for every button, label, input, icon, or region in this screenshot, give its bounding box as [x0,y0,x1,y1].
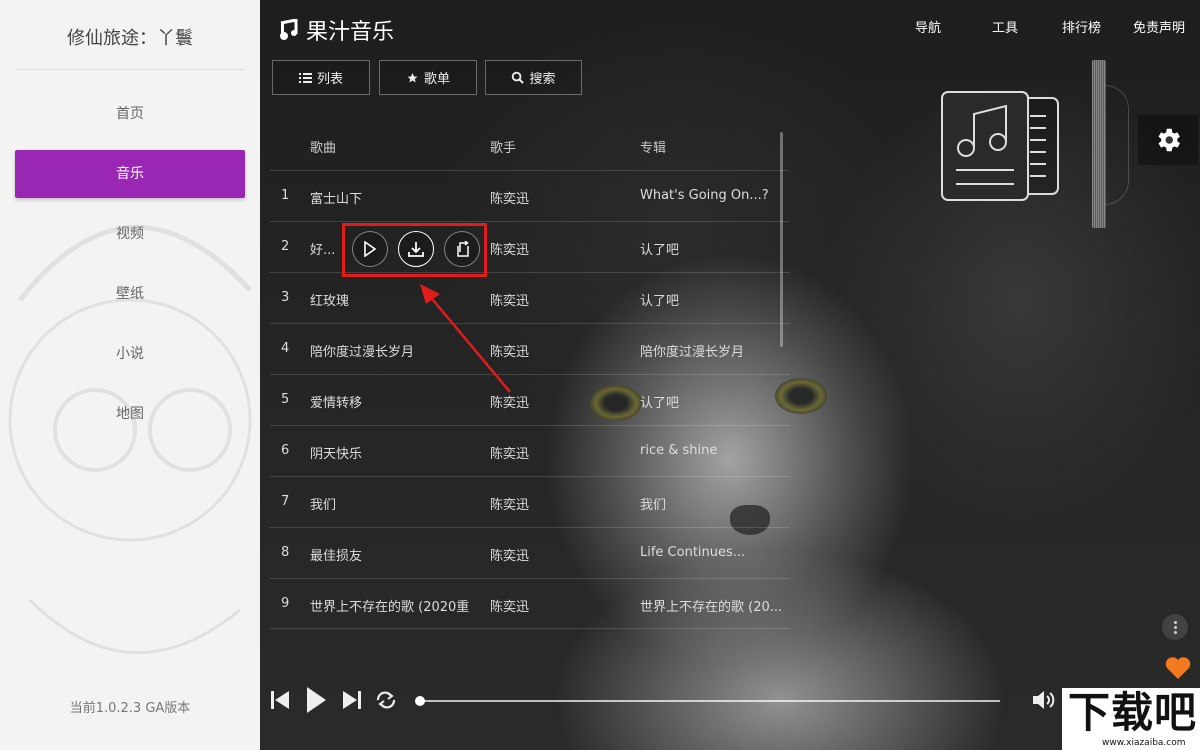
row-number: 4 [281,341,290,356]
song-artist: 陈奕迅 [490,192,530,207]
row-number: 9 [281,596,290,611]
annotation-arrow [420,284,511,393]
song-album: 我们 [640,498,667,513]
song-album: What's Going On...? [640,188,769,203]
table-row[interactable]: 7 我们 陈奕迅 我们 [270,476,790,527]
column-header-album: 专辑 [640,141,667,156]
song-album: 认了吧 [640,294,680,309]
album-cover-icon[interactable] [940,90,1060,202]
watermark-title: 下载吧 [1068,688,1198,737]
column-header-song: 歌曲 [310,141,337,156]
gear-icon [1158,128,1180,152]
table-row[interactable]: 3 红玫瑰 陈奕迅 认了吧 [270,272,790,323]
song-album: 认了吧 [640,243,680,258]
song-album: 陪你度过漫长岁月 [640,345,745,360]
app-logo[interactable]: 果汁音乐 [278,14,394,46]
player-bar [260,680,1200,720]
topnav-tools[interactable]: 工具 [992,17,1018,36]
annotation-highlight-box [342,223,487,277]
next-icon[interactable] [342,689,362,711]
row-number: 1 [281,188,290,203]
song-album: 认了吧 [640,396,680,411]
settings-button[interactable] [1138,115,1198,165]
list-icon [298,72,312,83]
tab-playlist-label: 歌单 [423,72,450,87]
table-row[interactable]: 4 陪你度过漫长岁月 陈奕迅 陪你度过漫长岁月 [270,323,790,374]
sidebar-item-video[interactable]: 视频 [15,210,245,258]
tab-list-label: 列表 [316,72,343,87]
table-row[interactable]: 6 阴天快乐 陈奕迅 rice & shine [270,425,790,476]
dot [1173,620,1177,624]
sidebar-item-wallpaper[interactable]: 壁纸 [15,270,245,318]
topnav-disclaimer[interactable]: 免责声明 [1133,17,1185,36]
song-title: 世界上不存在的歌 (2020重 [310,600,470,615]
version-label: 当前1.0.2.3 GA版本 [69,701,191,716]
table-scrollbar[interactable] [780,132,783,347]
play-icon[interactable] [305,686,327,714]
song-album: rice & shine [640,443,718,458]
row-number: 2 [281,239,290,254]
song-artist: 陈奕迅 [490,549,530,564]
star-icon [407,72,418,82]
music-main-panel: 果汁音乐 导航 工具 排行榜 免责声明 列表 歌单 搜索 歌曲 歌手 专辑 1 … [260,0,1200,750]
volume-icon[interactable] [1032,689,1058,711]
song-artist: 陈奕迅 [490,498,530,513]
sidebar-item-novel[interactable]: 小说 [15,330,245,378]
tab-list[interactable]: 列表 [272,60,370,95]
song-album: Life Continues... [640,545,746,560]
dot [1173,625,1177,629]
song-artist: 陈奕迅 [490,243,530,258]
tab-search-label: 搜索 [529,72,556,87]
song-title: 富士山下 [310,192,363,207]
progress-bar[interactable] [420,700,1000,702]
heart-icon[interactable] [1164,656,1192,680]
table-row[interactable]: 5 爱情转移 陈奕迅 认了吧 [270,374,790,425]
song-title: 阴天快乐 [310,447,363,462]
sidebar-item-home[interactable]: 首页 [15,90,245,138]
row-number: 5 [281,392,290,407]
tab-search[interactable]: 搜索 [485,60,582,95]
vinyl-disc-edge [1105,85,1129,205]
sidebar-item-map[interactable]: 地图 [15,390,245,438]
previous-icon[interactable] [270,689,290,711]
row-number: 6 [281,443,290,458]
song-title: 最佳损友 [310,549,363,564]
app-name: 果汁音乐 [306,20,395,45]
tab-playlist[interactable]: 歌单 [379,60,477,95]
dot [1173,630,1177,634]
progress-knob[interactable] [415,696,425,706]
volume-rail[interactable] [1092,60,1106,228]
topnav-navigation[interactable]: 导航 [915,17,941,36]
watermark-logo: 下载吧 www.xiazaiba.com [1062,688,1200,750]
sidebar: 修仙旅途：丫鬟 首页 音乐 视频 壁纸 小说 地图 当前1.0.2.3 GA版本 [0,0,260,750]
song-album: 世界上不存在的歌 (20... [640,600,783,615]
table-row[interactable]: 9 世界上不存在的歌 (2020重 陈奕迅 世界上不存在的歌 (20... [270,578,790,629]
sidebar-title: 修仙旅途：丫鬟 [67,28,193,49]
repeat-icon[interactable] [374,690,398,710]
song-artist: 陈奕迅 [490,447,530,462]
row-number: 3 [281,290,290,305]
table-row[interactable]: 1 富士山下 陈奕迅 What's Going On...? [270,170,790,221]
more-options-button[interactable] [1162,614,1188,640]
table-row[interactable]: 8 最佳损友 陈奕迅 Life Continues... [270,527,790,578]
song-artist: 陈奕迅 [490,600,530,615]
music-note-icon [280,19,298,40]
row-number: 8 [281,545,290,560]
topnav-ranking[interactable]: 排行榜 [1062,17,1101,36]
row-number: 7 [281,494,290,509]
song-title: 我们 [310,498,337,513]
search-icon [512,71,525,84]
sidebar-divider [15,69,245,70]
watermark-url: www.xiazaiba.com [1102,738,1186,748]
column-header-artist: 歌手 [490,141,517,156]
sidebar-item-music[interactable]: 音乐 [15,150,245,198]
